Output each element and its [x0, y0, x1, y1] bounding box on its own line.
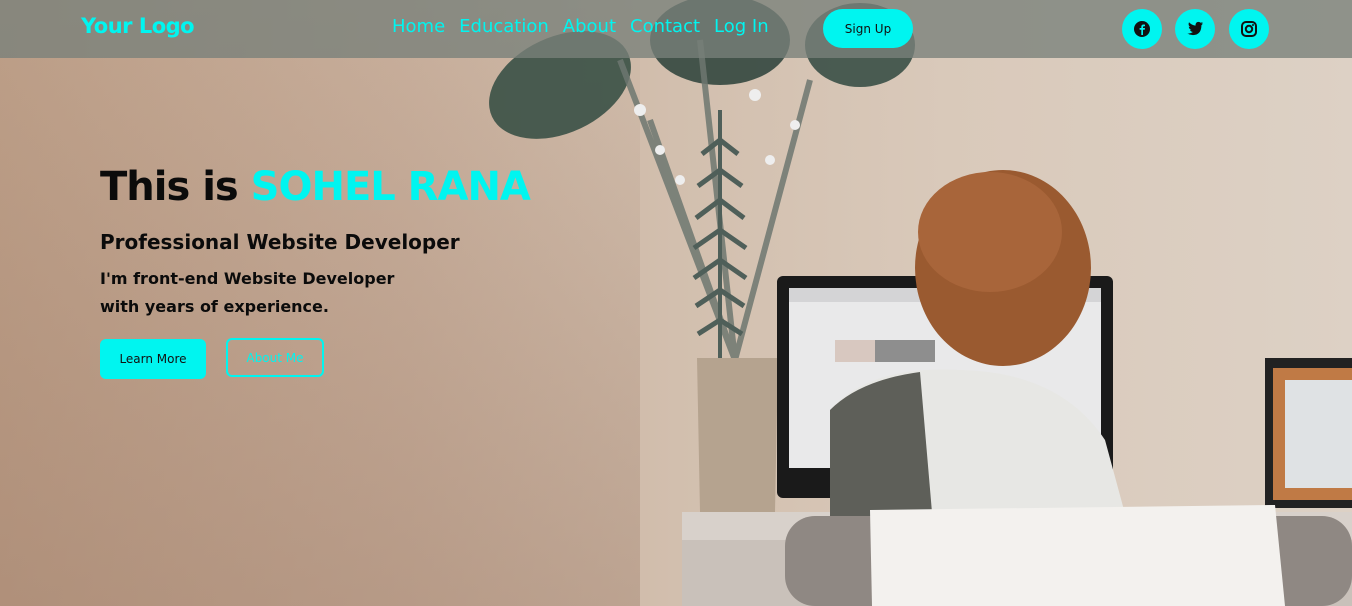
site-logo[interactable]: Your Logo — [81, 14, 195, 38]
hero-description-line2: with years of experience. — [100, 297, 329, 316]
hero-title-prefix: This is — [100, 164, 251, 210]
nav-contact[interactable]: Contact — [630, 16, 700, 37]
hero-description-line1: I'm front-end Website Developer — [100, 269, 395, 288]
about-me-button[interactable]: About Me — [226, 338, 324, 377]
signup-button[interactable]: Sign Up — [823, 9, 913, 48]
twitter-icon[interactable] — [1175, 9, 1215, 49]
site-header: Your Logo Home Education About Contact L… — [0, 0, 1352, 58]
facebook-icon[interactable] — [1122, 9, 1162, 49]
main-nav: Home Education About Contact Log In — [392, 16, 769, 37]
instagram-icon[interactable] — [1229, 9, 1269, 49]
hero-title-name: SOHEL RANA — [250, 164, 531, 210]
hero-description: I'm front-end Website Developer with yea… — [100, 265, 394, 321]
hero-subtitle: Professional Website Developer — [100, 230, 460, 254]
hero-title: This is SOHEL RANA — [100, 164, 531, 210]
nav-about[interactable]: About — [563, 16, 616, 37]
nav-login[interactable]: Log In — [714, 16, 769, 37]
nav-home[interactable]: Home — [392, 16, 445, 37]
learn-more-button[interactable]: Learn More — [100, 339, 206, 379]
nav-education[interactable]: Education — [459, 16, 549, 37]
